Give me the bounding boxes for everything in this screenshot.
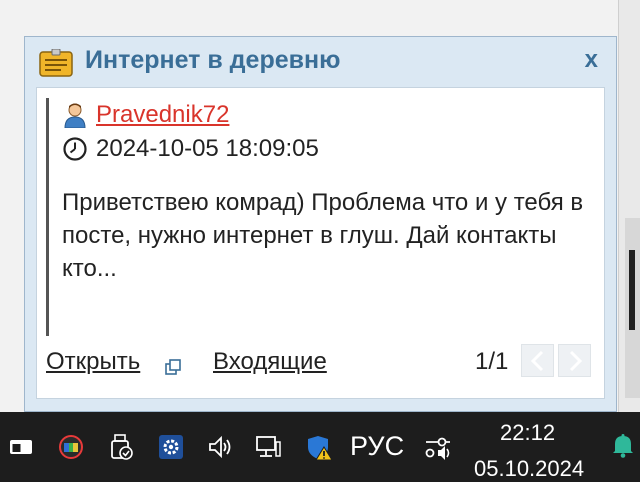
message-timestamp: 2024-10-05 18:09:05 <box>96 135 319 162</box>
user-icon <box>64 103 86 128</box>
taskbar: РУС 22:12 05.10.2024 <box>0 412 640 482</box>
chevron-right-icon <box>569 350 582 371</box>
background-scrollbar <box>629 250 635 330</box>
popup-header: Интернет в деревню x <box>25 37 616 87</box>
open-link[interactable]: Открыть <box>46 348 140 376</box>
language-indicator[interactable]: РУС <box>350 431 404 462</box>
message-block: Pravednik72 2024-10-05 18:09:05 Приветст… <box>46 98 591 336</box>
clock-time[interactable]: 22:12 <box>500 420 555 446</box>
network-icon[interactable] <box>255 434 281 460</box>
clock-icon <box>63 137 87 161</box>
popup-body: Pravednik72 2024-10-05 18:09:05 Приветст… <box>36 87 605 399</box>
settings-gear-icon[interactable] <box>158 434 184 460</box>
background-window-edge <box>618 0 640 412</box>
next-button[interactable] <box>558 344 591 377</box>
volume-icon[interactable] <box>207 434 233 460</box>
notification-bell-icon[interactable] <box>610 432 636 458</box>
note-icon <box>39 49 73 77</box>
page-counter: 1/1 <box>475 348 509 375</box>
close-button[interactable]: x <box>585 46 598 74</box>
gpu-monitor-icon[interactable] <box>58 434 84 460</box>
popup-title: Интернет в деревню <box>85 46 341 74</box>
chevron-left-icon <box>530 350 543 371</box>
author-row: Pravednik72 <box>62 98 591 132</box>
author-link[interactable]: Pravednik72 <box>96 101 229 129</box>
external-link-icon[interactable] <box>165 359 181 375</box>
security-warning-icon[interactable] <box>306 434 332 460</box>
popup-footer: Открыть Входящие 1/1 <box>46 344 594 384</box>
inbox-link[interactable]: Входящие <box>213 348 327 376</box>
timestamp-row: 2024-10-05 18:09:05 <box>62 132 591 166</box>
clock-date[interactable]: 05.10.2024 <box>474 456 584 482</box>
usb-safe-remove-icon[interactable] <box>108 434 134 460</box>
previous-button[interactable] <box>521 344 554 377</box>
audio-mixer-icon[interactable] <box>424 434 452 462</box>
message-text: Приветствею комрад) Проблема что и у теб… <box>62 189 584 282</box>
task-view-icon[interactable] <box>8 434 34 460</box>
notification-popup: Интернет в деревню x Pravednik72 2024-10… <box>24 36 617 412</box>
